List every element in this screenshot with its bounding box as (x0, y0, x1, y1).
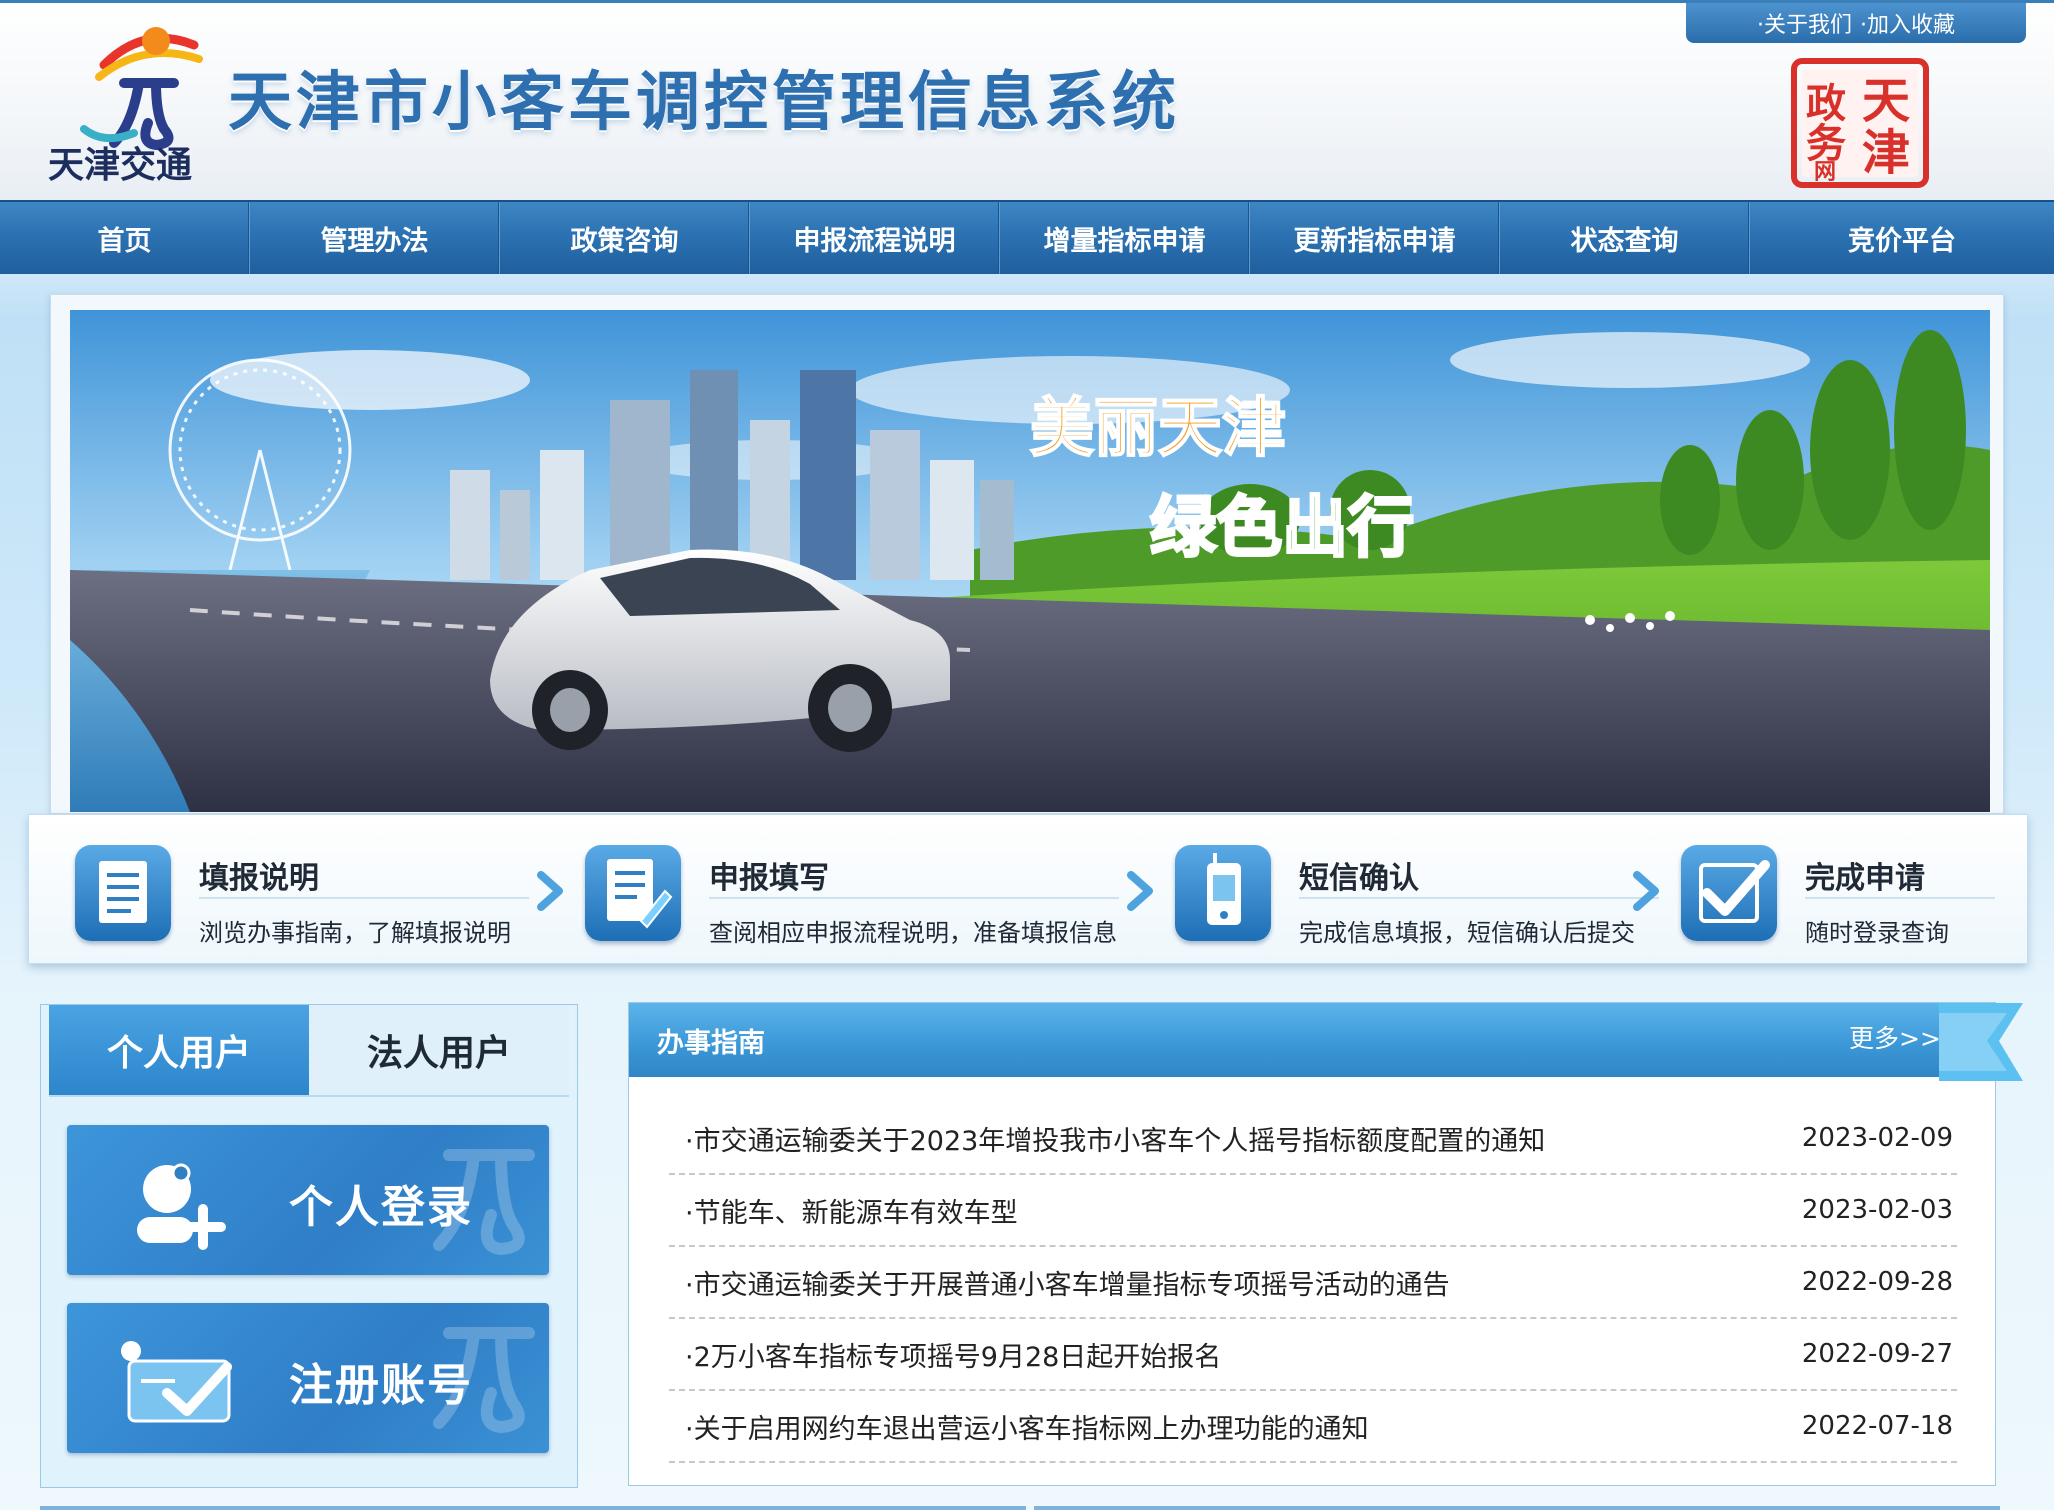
step-divider (1299, 897, 1659, 899)
tab-corporate-user[interactable]: 法人用户 (309, 1005, 569, 1095)
step-desc: 完成信息填报，短信确认后提交 (1299, 919, 1635, 947)
news-title[interactable]: ·市交通运输委关于开展普通小客车增量指标专项摇号活动的通告 (669, 1263, 1450, 1302)
nav-item-policy[interactable]: 政策咨询 (500, 202, 750, 274)
step-title: 完成申请 (1805, 861, 1925, 896)
step-desc: 查阅相应申报流程说明，准备填报信息 (709, 919, 1117, 947)
bottom-divider (1034, 1506, 2000, 1510)
news-title[interactable]: ·关于启用网约车退出营运小客车指标网上办理功能的通知 (669, 1407, 1369, 1446)
user-add-icon (137, 1163, 226, 1250)
nav-item-new-quota[interactable]: 增量指标申请 (1000, 202, 1250, 274)
svg-text:网: 网 (1814, 159, 1836, 185)
document-icon (75, 845, 171, 941)
step-title: 短信确认 (1299, 861, 1419, 896)
guide-header: 办事指南 更多>> (629, 1003, 1997, 1077)
banner-illustration: 美丽天津 绿色出行 (70, 310, 1990, 812)
svg-text:津: 津 (1862, 125, 1910, 181)
list-item[interactable]: ·关于启用网约车退出营运小客车指标网上办理功能的通知 2022-07-18 (669, 1391, 1957, 1463)
list-item[interactable]: ·市交通运输委关于开展普通小客车增量指标专项摇号活动的通告 2022-09-28 (669, 1247, 1957, 1319)
phone-icon (1175, 845, 1271, 941)
list-item[interactable]: ·2万小客车指标专项摇号9月28日起开始报名 2022-09-27 (669, 1319, 1957, 1391)
ribbon-decoration-icon (1939, 1003, 2023, 1081)
news-title[interactable]: ·市交通运输委关于2023年增投我市小客车个人摇号指标额度配置的通知 (669, 1119, 1545, 1158)
list-item[interactable]: ·市交通运输委关于2023年增投我市小客车个人摇号指标额度配置的通知 2023-… (669, 1103, 1957, 1175)
list-item[interactable]: ·节能车、新能源车有效车型 2023-02-03 (669, 1175, 1957, 1247)
site-header: 天津交通 天津市小客车调控管理信息系统 ·关于我们 ·加入收藏 天 津 政 务 … (0, 0, 2054, 200)
checkmark-icon (1681, 845, 1777, 941)
news-date: 2023-02-03 (1801, 1195, 1953, 1225)
form-edit-icon (585, 845, 681, 941)
login-panel: 个人用户 法人用户 个人登录 注册账号 (40, 1004, 578, 1488)
main-nav: 首页 管理办法 政策咨询 申报流程说明 增量指标申请 更新指标申请 状态查询 竞… (0, 200, 2054, 274)
step-arrow-icon (1633, 871, 1659, 911)
add-favorite-link[interactable]: ·加入收藏 (1860, 7, 1955, 39)
step-divider (1805, 897, 1995, 899)
about-us-link[interactable]: ·关于我们 (1757, 7, 1852, 39)
guide-panel: 办事指南 更多>> ·市交通运输委关于2023年增投我市小客车个人摇号指标额度配… (628, 1002, 2023, 1486)
step-arrow-icon (537, 871, 563, 911)
step-fill-instructions[interactable]: 填报说明 浏览办事指南，了解填报说明 (75, 837, 535, 947)
step-sms-confirm[interactable]: 短信确认 完成信息填报，短信确认后提交 (1175, 837, 1675, 947)
step-fill-form[interactable]: 申报填写 查阅相应申报流程说明，准备填报信息 (585, 837, 1125, 947)
nav-item-auction[interactable]: 竞价平台 (1750, 202, 2054, 274)
guide-news-list: ·市交通运输委关于2023年增投我市小客车个人摇号指标额度配置的通知 2023-… (669, 1103, 1957, 1463)
personal-login-button[interactable]: 个人登录 (67, 1125, 549, 1275)
step-complete[interactable]: 完成申请 随时登录查询 (1681, 837, 2011, 947)
tab-personal-user[interactable]: 个人用户 (49, 1005, 309, 1095)
register-account-button[interactable]: 注册账号 (67, 1303, 549, 1453)
nav-item-renew-quota[interactable]: 更新指标申请 (1250, 202, 1500, 274)
top-links-bar: ·关于我们 ·加入收藏 (1686, 3, 2026, 43)
tianjin-transport-logo[interactable]: 天津交通 (44, 25, 224, 185)
step-divider (709, 897, 1119, 899)
banner-slogan-beautiful-tianjin: 美丽天津 (1030, 392, 1286, 466)
more-link[interactable]: 更多>> (1849, 1019, 1941, 1055)
bottom-divider (40, 1506, 1026, 1510)
step-desc: 随时登录查询 (1805, 919, 1949, 947)
site-title: 天津市小客车调控管理信息系统 (228, 66, 1180, 140)
application-steps: 填报说明 浏览办事指南，了解填报说明 申报填写 查阅相应申报流程说明，准备填报信… (28, 814, 2028, 964)
user-type-tabs: 个人用户 法人用户 (49, 1005, 569, 1097)
nav-item-home[interactable]: 首页 (0, 202, 250, 274)
logo-text: 天津交通 (48, 144, 192, 185)
banner-slogan-green-travel: 绿色出行 (1150, 489, 1414, 566)
step-desc: 浏览办事指南，了解填报说明 (199, 919, 511, 947)
logo-watermark-icon (433, 1327, 535, 1434)
news-date: 2023-02-09 (1801, 1123, 1953, 1153)
nav-item-regulations[interactable]: 管理办法 (250, 202, 500, 274)
step-title: 申报填写 (709, 861, 829, 896)
nav-item-status[interactable]: 状态查询 (1500, 202, 1750, 274)
guide-title: 办事指南 (657, 1028, 765, 1059)
hero-banner: 美丽天津 绿色出行 (70, 310, 1990, 812)
news-date: 2022-09-27 (1801, 1339, 1953, 1369)
news-date: 2022-09-28 (1801, 1267, 1953, 1297)
step-title: 填报说明 (199, 861, 319, 896)
register-card-icon (121, 1341, 232, 1423)
news-title[interactable]: ·节能车、新能源车有效车型 (669, 1191, 1018, 1230)
tianjin-gov-seal-logo[interactable]: 天 津 政 务 网 (1790, 57, 1930, 189)
logo-watermark-icon (433, 1149, 535, 1256)
svg-text:天: 天 (1862, 73, 1910, 129)
step-divider (199, 897, 529, 899)
news-date: 2022-07-18 (1801, 1411, 1953, 1441)
nav-item-process[interactable]: 申报流程说明 (750, 202, 1000, 274)
step-arrow-icon (1127, 871, 1153, 911)
news-title[interactable]: ·2万小客车指标专项摇号9月28日起开始报名 (669, 1335, 1221, 1374)
